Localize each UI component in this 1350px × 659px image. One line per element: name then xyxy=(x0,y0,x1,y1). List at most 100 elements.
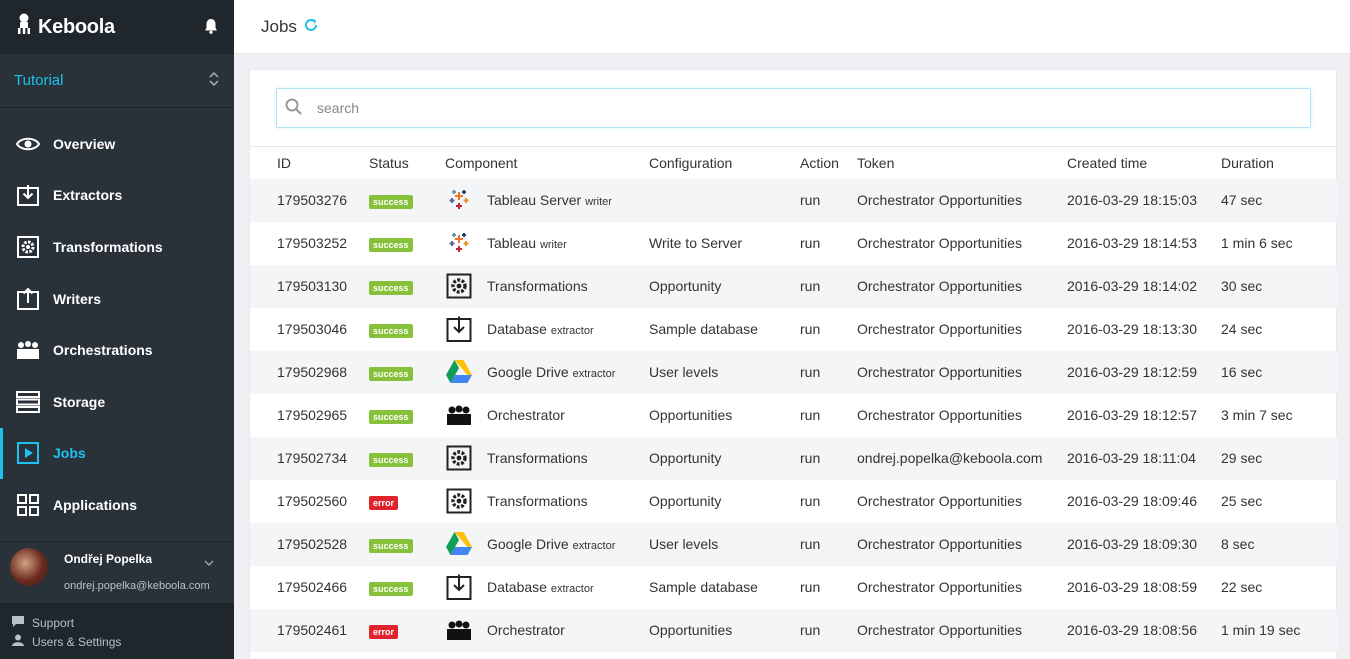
user-menu[interactable]: Ondřej Popelka ondrej.popelka@keboola.co… xyxy=(0,541,234,603)
component-cell: Tableau writer xyxy=(445,222,649,265)
duration-cell: 30 sec xyxy=(1221,264,1337,308)
configuration-cell xyxy=(649,178,800,222)
sidebar-footer: Support Users & Settings xyxy=(0,603,234,659)
search-icon xyxy=(285,98,303,119)
job-id[interactable]: 179502965 xyxy=(250,394,369,437)
component-name: Transformations xyxy=(487,450,588,466)
job-id[interactable]: 179503252 xyxy=(250,222,369,265)
component-label: Google Drive extractor xyxy=(487,536,615,552)
component-cell: Google Drive extractor xyxy=(445,522,649,566)
table-row[interactable]: 179503046 success Database extractor Sample… xyxy=(250,308,1337,351)
status-badge: success xyxy=(369,237,413,252)
table-row[interactable]: 179502968 success Google Drive extractor Us… xyxy=(250,350,1337,394)
status-badge: success xyxy=(369,452,413,467)
table-row[interactable]: 179502734 success Transformations Opportun… xyxy=(250,436,1337,480)
job-id[interactable]: 179503130 xyxy=(250,264,369,308)
table-row[interactable]: 179503276 success Tableau Server writer run… xyxy=(250,178,1337,222)
search-input[interactable] xyxy=(317,100,1310,116)
users-settings-label: Users & Settings xyxy=(32,634,122,649)
eye-icon xyxy=(15,131,41,157)
avatar xyxy=(10,548,48,586)
job-id[interactable]: 179502560 xyxy=(250,480,369,523)
component-type: extractor xyxy=(572,540,616,552)
action-cell: run xyxy=(800,579,821,595)
created-time-cell: 2016-03-29 18:14:53 xyxy=(1067,235,1197,251)
job-id[interactable]: 179502734 xyxy=(250,436,369,480)
nav-item-transformations[interactable]: Transformations xyxy=(0,221,234,273)
job-id[interactable]: 179502466 xyxy=(250,566,369,609)
status-badge: success xyxy=(369,280,413,295)
column-header-id[interactable]: ID xyxy=(250,146,369,179)
configuration-cell: Opportunity xyxy=(649,436,800,480)
table-row[interactable]: 179502560 error Transformations Opportunit… xyxy=(250,480,1337,523)
column-header-duration[interactable]: Duration xyxy=(1221,146,1337,179)
bell-icon[interactable] xyxy=(204,18,218,37)
nav-item-jobs[interactable]: Jobs xyxy=(0,427,234,480)
status-badge: success xyxy=(369,538,413,553)
action-cell: run xyxy=(800,350,857,394)
table-row[interactable]: 179502466 success Database extractor Sample… xyxy=(250,566,1337,609)
created-time-cell: 2016-03-29 18:11:04 xyxy=(1067,436,1221,480)
column-header-token[interactable]: Token xyxy=(857,146,1067,179)
token-cell: Orchestrator Opportunities xyxy=(857,608,1067,652)
tableau-icon xyxy=(445,229,473,257)
column-header-status[interactable]: Status xyxy=(369,146,445,179)
created-time-cell: 2016-03-29 18:12:57 xyxy=(1067,407,1197,423)
project-selector[interactable]: Tutorial xyxy=(0,54,234,108)
created-time-cell: 2016-03-29 18:08:59 xyxy=(1067,579,1197,595)
configuration-cell: Sample database xyxy=(649,579,758,595)
users-settings-link[interactable]: Users & Settings xyxy=(12,632,222,651)
component-label: Transformations xyxy=(487,493,588,509)
action-cell: run xyxy=(800,264,857,308)
user-icon xyxy=(12,634,24,649)
jobs-table-body: 179503276 success Tableau Server writer run… xyxy=(250,178,1337,652)
sidebar: Keboola Tutorial Overview Extractors Tra… xyxy=(0,0,234,659)
nav-item-orchestrations[interactable]: Orchestrations xyxy=(0,324,234,376)
component-cell: Transformations xyxy=(445,264,649,308)
table-header-row: ID Status Component Configuration Action… xyxy=(250,146,1337,179)
support-link[interactable]: Support xyxy=(12,613,222,632)
column-header-component[interactable]: Component xyxy=(445,146,649,179)
job-id[interactable]: 179502528 xyxy=(250,522,369,566)
column-header-configuration[interactable]: Configuration xyxy=(649,146,800,179)
storage-icon xyxy=(15,389,41,415)
support-label: Support xyxy=(32,615,75,630)
job-id[interactable]: 179503046 xyxy=(250,308,369,351)
nav-label: Overview xyxy=(53,135,116,152)
token-cell: Orchestrator Opportunities xyxy=(857,264,1067,308)
play-icon xyxy=(15,440,41,466)
logo[interactable]: Keboola xyxy=(16,13,115,41)
nav-item-applications[interactable]: Applications xyxy=(0,479,234,531)
component-label: Orchestrator xyxy=(487,407,565,423)
status-cell: success xyxy=(369,264,445,308)
status-badge: success xyxy=(369,409,413,424)
project-name: Tutorial xyxy=(14,72,64,89)
status-cell: error xyxy=(369,608,445,652)
table-row[interactable]: 179502965 success Orchestrator Opportuniti… xyxy=(250,394,1337,437)
table-row[interactable]: 179502461 error Orchestrator Opportunities… xyxy=(250,608,1337,652)
job-id[interactable]: 179502461 xyxy=(250,608,369,652)
brand-bar: Keboola xyxy=(0,0,234,54)
column-header-action[interactable]: Action xyxy=(800,146,857,179)
refresh-icon[interactable] xyxy=(303,17,319,36)
action-cell: run xyxy=(800,493,821,509)
component-type: extractor xyxy=(550,583,594,595)
nav-item-storage[interactable]: Storage xyxy=(0,376,234,428)
duration-cell: 47 sec xyxy=(1221,178,1337,222)
table-row[interactable]: 179502528 success Google Drive extractor Us… xyxy=(250,522,1337,566)
job-id[interactable]: 179502968 xyxy=(250,350,369,394)
nav-label: Applications xyxy=(53,496,138,513)
component-name: Transformations xyxy=(487,493,588,509)
status-badge: error xyxy=(369,495,399,510)
action-cell: run xyxy=(800,321,821,337)
created-time-cell: 2016-03-29 18:08:56 xyxy=(1067,608,1221,652)
token-cell: Orchestrator Opportunities xyxy=(857,178,1067,222)
job-id[interactable]: 179503276 xyxy=(250,178,369,222)
nav-item-extractors[interactable]: Extractors xyxy=(0,170,234,222)
nav-item-overview[interactable]: Overview xyxy=(0,118,234,170)
nav-label: Orchestrations xyxy=(53,342,153,359)
nav-item-writers[interactable]: Writers xyxy=(0,273,234,325)
table-row[interactable]: 179503130 success Transformations Opportun… xyxy=(250,264,1337,308)
column-header-created-time[interactable]: Created time xyxy=(1067,146,1221,179)
table-row[interactable]: 179503252 success Tableau writer Write to S… xyxy=(250,222,1337,265)
